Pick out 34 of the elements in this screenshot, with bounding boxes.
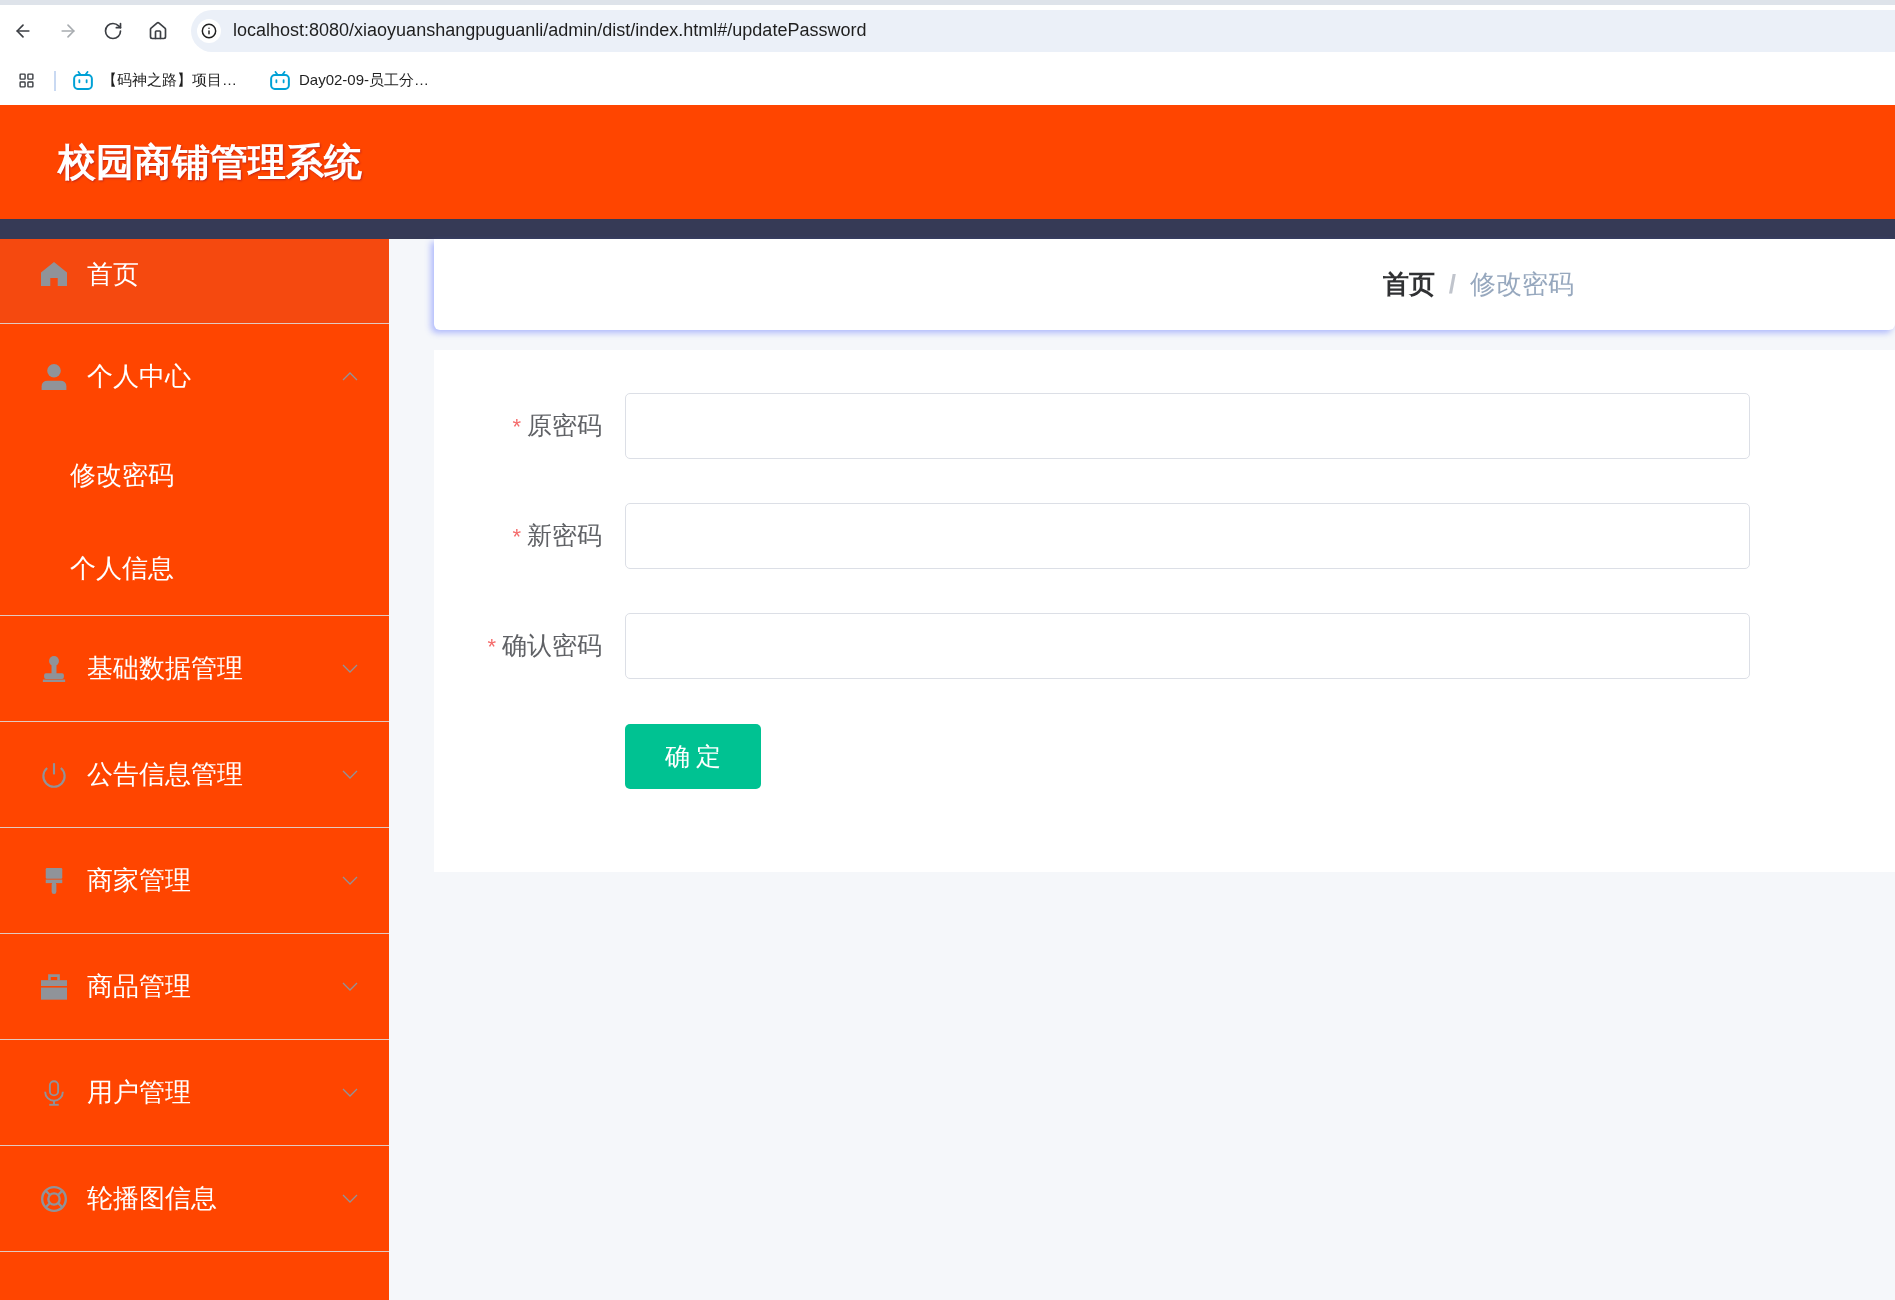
password-field[interactable]: [625, 503, 1750, 569]
password-field[interactable]: [625, 393, 1750, 459]
bookmark[interactable]: 【码神之路】项目…: [73, 64, 237, 97]
bookmark[interactable]: Day02-09-员工分…: [270, 64, 430, 97]
tv-icon: [270, 71, 290, 90]
app-title: 校园商铺管理系统: [58, 139, 362, 185]
field-label: 新密码: [527, 520, 602, 552]
required-mark: *: [487, 632, 496, 661]
sidebar-subitem[interactable]: 修改密码: [0, 429, 389, 522]
required-mark: *: [512, 412, 521, 441]
bookmark-label: Day02-09-员工分…: [299, 70, 430, 91]
house-icon: [41, 261, 67, 287]
address-bar[interactable]: localhost:8080/xiaoyuanshangpuguanli/admin/dist/index.html#/updatePassword: [191, 9, 1895, 52]
power-icon: [41, 761, 67, 788]
breadcrumb-separator: /: [1448, 268, 1456, 301]
user-icon: [41, 363, 67, 390]
breadcrumb-link[interactable]: 首页: [1382, 265, 1435, 304]
tv-icon: [73, 71, 93, 90]
field-label: 确认密码: [502, 630, 602, 662]
required-mark: *: [512, 522, 521, 551]
sidebar-item[interactable]: 首页: [0, 239, 389, 323]
submit-button[interactable]: 确 定: [625, 724, 761, 789]
bookmark-label: 【码神之路】项目…: [102, 70, 237, 91]
field-label: 原密码: [527, 410, 602, 442]
apps-grid-icon[interactable]: [18, 72, 35, 89]
microphone-icon: [41, 1079, 67, 1106]
sidebar-subitem[interactable]: 个人信息: [0, 522, 389, 615]
lifebuoy-icon: [41, 1185, 67, 1212]
stamp-icon: [41, 655, 67, 682]
url-text: localhost:8080/xiaoyuanshangpuguanli/admin/dist/index.html#/updatePassword: [233, 19, 867, 42]
breadcrumb-current: 修改密码: [1470, 268, 1574, 301]
briefcase-icon: [41, 973, 67, 1000]
info-icon[interactable]: [197, 18, 221, 43]
password-field[interactable]: [625, 613, 1750, 679]
